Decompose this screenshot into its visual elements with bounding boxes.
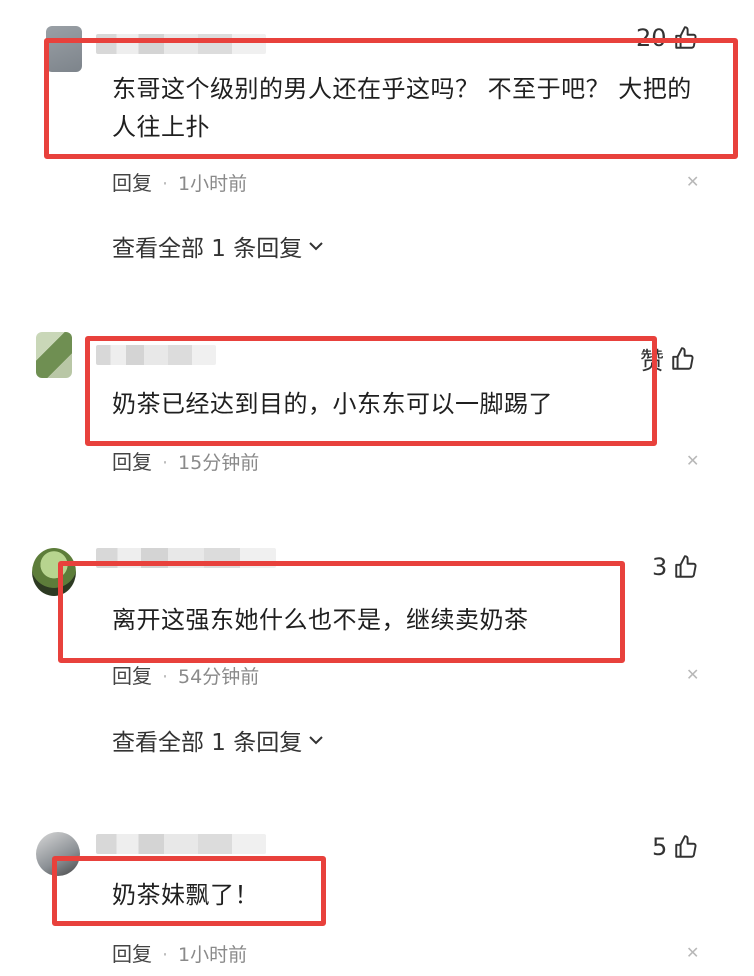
comment-text: 东哥这个级别的男人还在乎这吗？ 不至于吧？ 大把的 人往上扑	[112, 70, 722, 146]
separator-dot: ·	[162, 944, 169, 966]
close-icon[interactable]: ✕	[686, 665, 699, 684]
thumbs-up-icon	[675, 555, 697, 578]
reply-button[interactable]: 回复	[112, 942, 152, 966]
reply-button[interactable]: 回复	[112, 171, 152, 195]
username-blurred[interactable]	[96, 834, 266, 854]
comment-meta: 回复 · 54分钟前	[112, 660, 259, 689]
separator-dot: ·	[162, 452, 169, 474]
comment-meta: 回复 · 1小时前	[112, 938, 247, 967]
thumbs-up-icon	[675, 835, 697, 858]
close-icon[interactable]: ✕	[686, 943, 699, 962]
view-replies-button[interactable]: 查看全部 1 条回复	[112, 229, 324, 263]
timestamp: 54分钟前	[178, 666, 260, 688]
reply-button[interactable]: 回复	[112, 664, 152, 688]
comment-text: 离开这强东她什么也不是，继续卖奶茶	[112, 601, 529, 639]
chevron-down-icon	[309, 736, 323, 745]
close-icon[interactable]: ✕	[686, 451, 699, 470]
view-replies-button[interactable]: 查看全部 1 条回复	[112, 723, 324, 757]
timestamp: 1小时前	[178, 173, 248, 195]
comment-meta: 回复 · 1小时前	[112, 167, 247, 196]
comment-line: 东哥这个级别的男人还在乎这吗？ 不至于吧？ 大把的	[112, 75, 692, 103]
comment-text: 奶茶妹飘了！	[112, 876, 259, 914]
view-replies-label: 查看全部 1 条回复	[112, 236, 303, 262]
comment-line: 奶茶妹飘了！	[112, 881, 259, 909]
like-count: 3	[652, 553, 668, 581]
timestamp: 1小时前	[178, 944, 248, 966]
comment-line: 离开这强东她什么也不是，继续卖奶茶	[112, 606, 529, 634]
comment-line: 奶茶已经达到目的，小东东可以一脚踢了	[112, 390, 553, 418]
close-icon[interactable]: ✕	[686, 172, 699, 191]
view-replies-label: 查看全部 1 条回复	[112, 730, 303, 756]
separator-dot: ·	[162, 173, 169, 195]
chevron-down-icon	[309, 242, 323, 251]
avatar[interactable]	[36, 332, 72, 378]
reply-button[interactable]: 回复	[112, 450, 152, 474]
separator-dot: ·	[162, 666, 169, 688]
thumbs-up-icon	[672, 346, 694, 370]
like-button[interactable]: 5	[652, 833, 699, 861]
comment-text: 奶茶已经达到目的，小东东可以一脚踢了	[112, 385, 553, 423]
timestamp: 15分钟前	[178, 452, 260, 474]
comment-line: 人往上扑	[112, 113, 210, 141]
like-count: 5	[652, 833, 668, 861]
like-button[interactable]: 3	[652, 553, 699, 581]
comment-meta: 回复 · 15分钟前	[112, 446, 259, 475]
